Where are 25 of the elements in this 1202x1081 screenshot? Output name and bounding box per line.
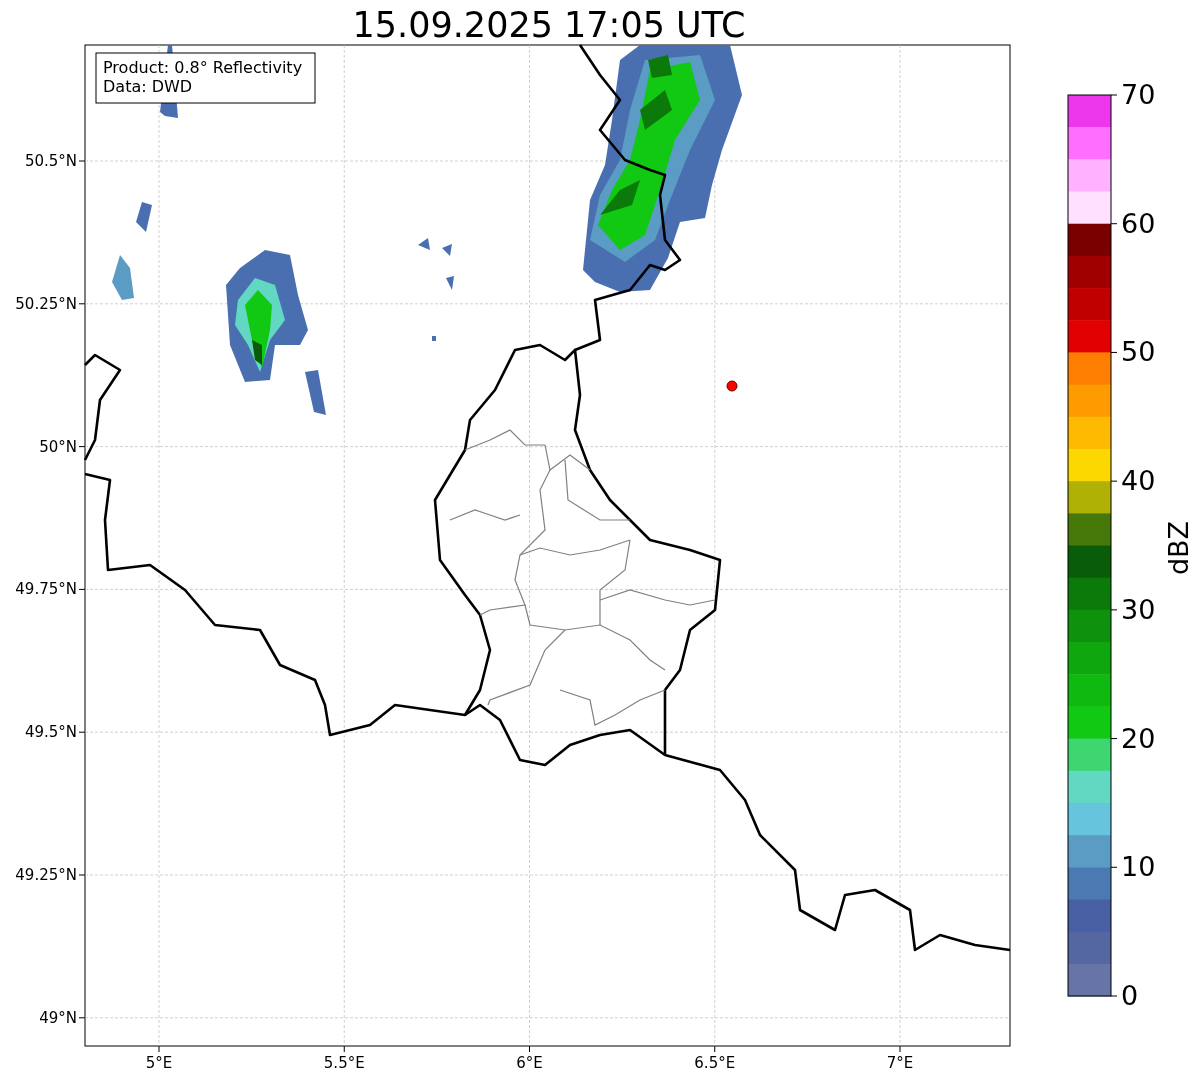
scale-tick-label: 10 — [1121, 851, 1156, 883]
y-tick-label: 49.75°N — [15, 580, 77, 599]
scale-tick-label: 20 — [1121, 722, 1156, 754]
scale-tick-label: 50 — [1121, 336, 1156, 368]
x-tick-label: 6°E — [516, 1054, 543, 1072]
x-tick-label: 7°E — [886, 1054, 914, 1072]
scale-tick-label: 40 — [1121, 465, 1156, 497]
chart-title: 15.09.2025 17:05 UTC — [352, 5, 746, 45]
x-tick-label: 5°E — [145, 1054, 173, 1072]
y-tick-label: 50.5°N — [24, 152, 77, 170]
info-text: Product: 0.8° Reflectivity — [103, 58, 303, 77]
y-tick-label: 50.25°N — [15, 294, 77, 313]
scale-tick-label: 70 — [1121, 79, 1156, 110]
scale-label: dBZ — [1163, 520, 1194, 576]
scale-tick-label: 30 — [1121, 593, 1156, 625]
location-marker — [726, 380, 738, 392]
y-tick-label: 49.25°N — [15, 866, 77, 884]
x-tick-label: 6.5°E — [694, 1054, 736, 1072]
y-tick-label: 50°N — [39, 437, 77, 456]
x-tick-label: 5.5°E — [323, 1054, 365, 1072]
y-tick-label: 49.5°N — [24, 723, 77, 742]
scale-tick-label: 0 — [1121, 980, 1139, 1011]
y-tick-label: 49°N — [39, 1008, 77, 1027]
info-text: Data: DWD — [103, 77, 193, 96]
scale-tick-label: 60 — [1121, 207, 1156, 239]
